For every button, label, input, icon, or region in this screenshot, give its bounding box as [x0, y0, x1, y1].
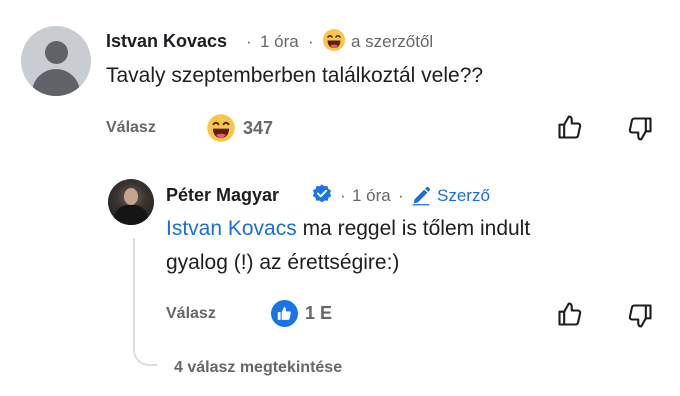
comment-time[interactable]: 1 óra: [260, 32, 299, 52]
reply-text: ma reggel is tőlem indult: [296, 217, 531, 240]
avatar[interactable]: [21, 26, 91, 96]
like-reaction-icon[interactable]: [271, 300, 298, 327]
view-replies-link[interactable]: 4 válasz megtekintése: [174, 359, 342, 377]
reply-button[interactable]: Válasz: [166, 305, 216, 323]
thumbs-down-icon[interactable]: [626, 302, 654, 330]
separator-dot: ·: [340, 186, 346, 205]
verified-badge-icon: [312, 184, 332, 203]
thread-connector: [133, 238, 157, 366]
separator-dot: ·: [398, 186, 404, 205]
mention-link[interactable]: Istvan Kovacs: [166, 217, 297, 240]
reply-button[interactable]: Válasz: [106, 119, 156, 137]
reply-time[interactable]: 1 óra: [352, 186, 391, 206]
thumbs-up-icon: [277, 306, 291, 320]
thumbs-up-icon[interactable]: [556, 300, 584, 328]
author-reacted-label: a szerzőtől: [351, 32, 434, 51]
separator-dot: ·: [308, 32, 314, 51]
comment-text: Tavaly szeptemberben találkoztál vele??: [106, 64, 484, 87]
laughing-emoji-icon[interactable]: [206, 113, 236, 143]
thumbs-down-icon[interactable]: [626, 115, 654, 143]
reaction-count[interactable]: 347: [243, 118, 273, 139]
reaction-count[interactable]: 1 E: [305, 303, 332, 324]
author-label: Szerző: [437, 186, 490, 205]
reply-author[interactable]: Péter Magyar: [166, 185, 279, 206]
avatar[interactable]: [108, 179, 154, 225]
reply-text-line1: Istvan Kovacs ma reggel is tőlem indult: [166, 213, 530, 245]
pencil-icon: [412, 186, 431, 206]
reply-text-line2: gyalog (!) az érettségire:): [166, 251, 400, 274]
laughing-emoji-icon: [323, 29, 345, 51]
thumbs-up-icon[interactable]: [556, 113, 584, 141]
separator-dot: ·: [246, 32, 252, 51]
comment-author[interactable]: Istvan Kovacs: [106, 31, 227, 52]
